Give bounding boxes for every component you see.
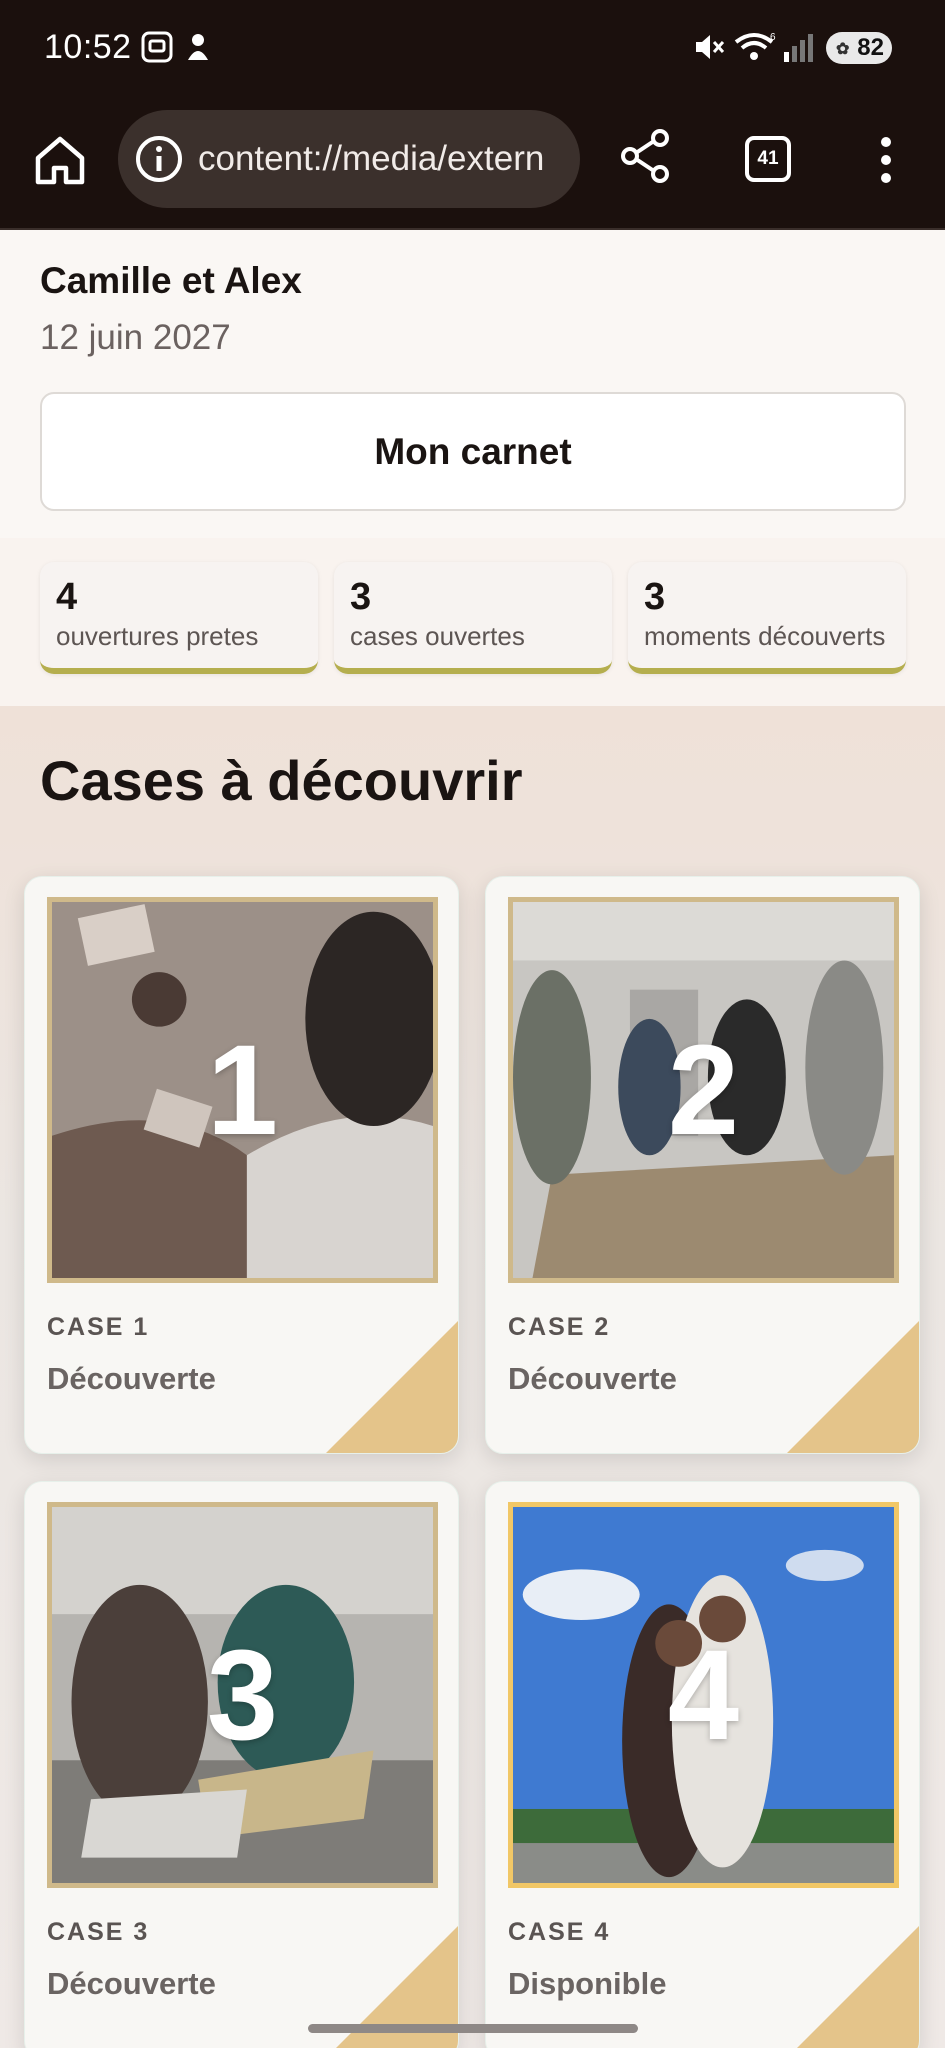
stat-value: 3	[644, 576, 666, 618]
gesture-handle[interactable]	[308, 2024, 638, 2033]
tab-switcher-button[interactable]: 41	[745, 136, 791, 182]
wifi-icon: 6	[734, 32, 776, 60]
corner-ribbon	[326, 1321, 458, 1453]
stat-card: 4 ouvertures pretes	[40, 562, 318, 674]
stat-value: 4	[56, 576, 78, 618]
stat-label: moments découverts	[644, 621, 886, 651]
share-icon[interactable]	[616, 126, 676, 186]
browser-toolbar: content://media/extern 41	[0, 96, 945, 230]
couple-name: Camille et Alex	[40, 260, 302, 301]
info-icon[interactable]	[134, 134, 184, 184]
screenshot-icon	[141, 31, 173, 63]
case-number: 3	[206, 1623, 279, 1767]
status-bar: 10:52 6 ✿ 82	[0, 0, 945, 96]
url-bar[interactable]: content://media/extern	[118, 110, 580, 208]
battery-icon: ✿ 82	[826, 32, 892, 64]
case-label: CASE 1	[47, 1313, 150, 1341]
signal-icon	[784, 34, 813, 62]
case-label: CASE 3	[47, 1918, 150, 1946]
url-text[interactable]: content://media/extern	[198, 139, 568, 179]
case-number: 2	[667, 1018, 740, 1162]
case-photo: 3	[47, 1502, 438, 1888]
stat-card: 3 cases ouvertes	[334, 562, 612, 674]
case-card-4[interactable]: 4 CASE 4 Disponible	[485, 1481, 920, 2048]
section-title: Cases à découvrir	[40, 749, 523, 812]
event-date: 12 juin 2027	[40, 318, 231, 357]
stat-label: ouvertures pretes	[56, 621, 259, 651]
corner-ribbon	[787, 1926, 919, 2048]
case-card-2[interactable]: 2 CASE 2 Découverte	[485, 876, 920, 1454]
home-icon[interactable]	[30, 130, 90, 190]
case-card-3[interactable]: 3 CASE 3 Découverte	[24, 1481, 459, 2048]
battery-level: 82	[857, 34, 884, 61]
case-status: Découverte	[508, 1361, 677, 1396]
case-status: Découverte	[47, 1361, 216, 1396]
notification-icon	[188, 34, 208, 60]
more-options-icon[interactable]	[866, 132, 906, 188]
case-number: 4	[667, 1623, 740, 1767]
corner-ribbon	[787, 1321, 919, 1453]
case-label: CASE 2	[508, 1313, 611, 1341]
stats-row: 4 ouvertures pretes 3 cases ouvertes 3 m…	[0, 538, 945, 706]
svg-text:6: 6	[770, 32, 776, 43]
case-photo: 1	[47, 897, 438, 1283]
case-label: CASE 4	[508, 1918, 611, 1946]
case-card-1[interactable]: 1 CASE 1 Découverte	[24, 876, 459, 1454]
clock: 10:52	[44, 28, 132, 66]
leaf-icon: ✿	[836, 41, 850, 58]
case-status: Découverte	[47, 1966, 216, 2001]
mon-carnet-button[interactable]: Mon carnet	[40, 392, 906, 511]
stat-card: 3 moments découverts	[628, 562, 906, 674]
event-header: Camille et Alex 12 juin 2027 Mon carnet	[0, 230, 945, 538]
case-photo: 4	[508, 1502, 899, 1888]
stat-label: cases ouvertes	[350, 621, 525, 651]
stat-value: 3	[350, 576, 372, 618]
case-number: 1	[206, 1018, 279, 1162]
mute-icon	[696, 35, 725, 59]
cases-section: Cases à découvrir 1 CASE 1 Découverte 2 …	[0, 706, 945, 2048]
case-status: Disponible	[508, 1966, 667, 2001]
case-photo: 2	[508, 897, 899, 1283]
